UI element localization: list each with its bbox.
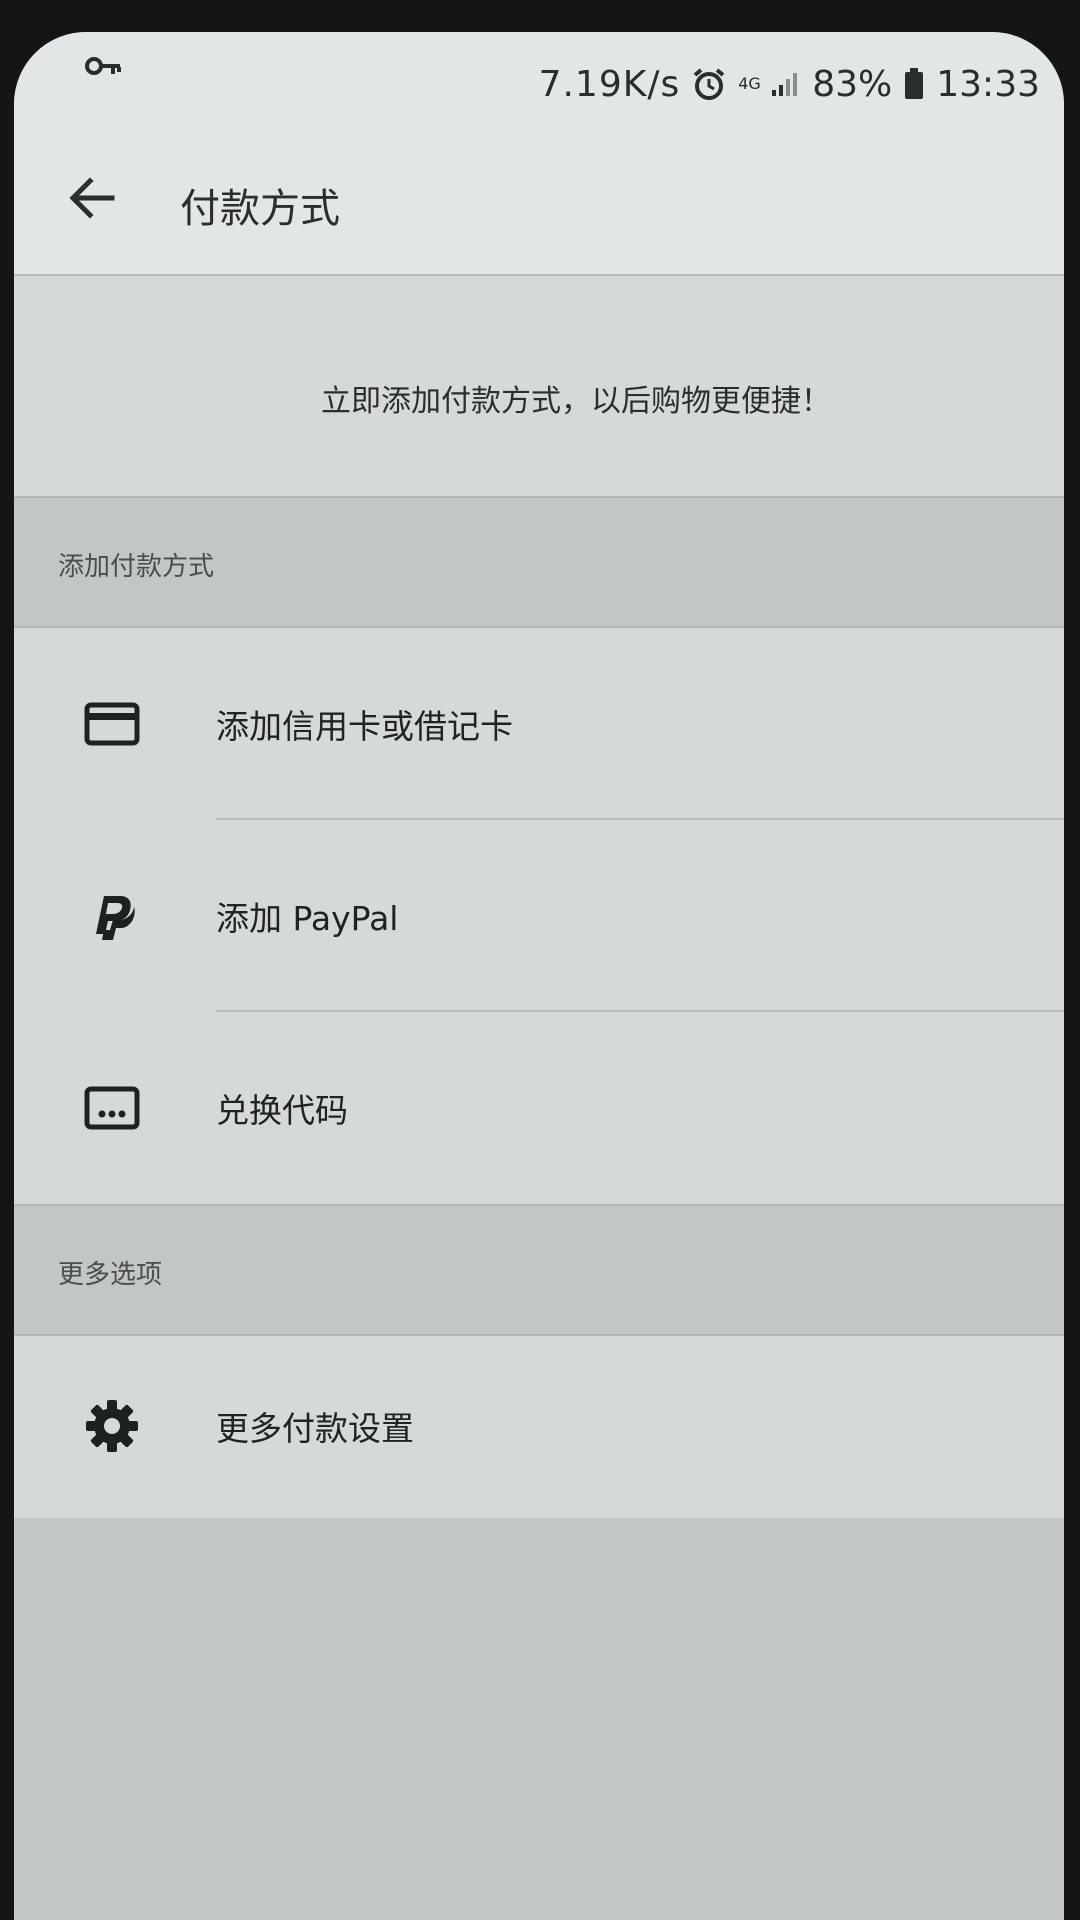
list-item-label: 添加 PayPal [216,899,399,938]
list-item-add-paypal[interactable]: 添加 PayPal [14,820,1064,1012]
redeem-code-icon [82,1080,142,1136]
section-header-label: 添加付款方式 [58,552,215,582]
app-bar: 付款方式 [14,124,1064,276]
signal-icon [772,73,798,96]
list-item-redeem-code[interactable]: 兑换代码 [14,1012,1064,1204]
clock: 13:33 [936,63,1040,105]
list-item-label: 添加信用卡或借记卡 [216,707,513,746]
section-header-add-payment: 添加付款方式 [14,498,1064,626]
list-item-label: 兑换代码 [216,1091,348,1130]
key-icon [85,57,121,75]
credit-card-icon [82,696,142,752]
network-type: 4G [738,74,761,93]
page-title: 付款方式 [180,186,340,232]
section-header-more-options: 更多选项 [14,1206,1064,1334]
gear-icon [82,1398,142,1454]
more-options-list: 更多付款设置 [14,1334,1064,1520]
paypal-icon [82,888,142,944]
list-item-label: 更多付款设置 [216,1409,414,1448]
status-bar: 7.19K/s 4G 83% 13:33 [14,32,1064,124]
battery-percent: 83% [812,63,893,105]
battery-icon [905,68,924,99]
section-header-label: 更多选项 [58,1260,163,1290]
empty-area [14,1518,1064,1920]
list-item-add-card[interactable]: 添加信用卡或借记卡 [14,628,1064,820]
banner-text: 立即添加付款方式，以后购物更便捷！ [321,384,831,419]
add-payment-list: 添加信用卡或借记卡 添加 PayPal 兑换代码 [14,626,1064,1206]
info-banner: 立即添加付款方式，以后购物更便捷！ [14,276,1064,498]
list-item-more-payment-settings[interactable]: 更多付款设置 [14,1336,1064,1518]
phone-screen: 7.19K/s 4G 83% 13:33 付款方式 立即添加付款方式，以后购物更… [14,32,1064,1920]
arrow-left-icon[interactable] [62,168,122,228]
status-indicators: 7.19K/s 4G 83% 13:33 [539,58,1040,110]
alarm-icon [693,68,725,100]
net-speed: 7.19K/s [538,63,681,105]
